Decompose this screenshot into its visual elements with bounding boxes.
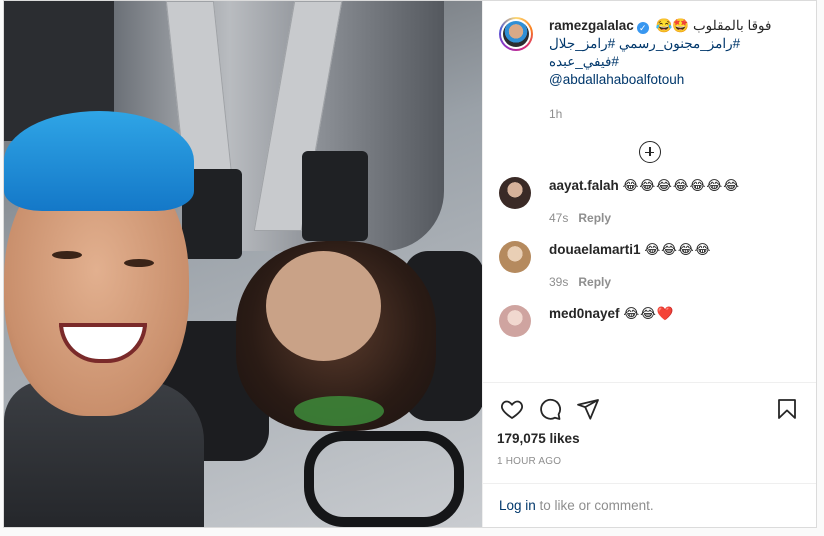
comment-avatar[interactable]	[499, 241, 531, 273]
comment-username[interactable]: douaelamarti1	[549, 242, 641, 257]
load-more-comments[interactable]	[483, 141, 816, 163]
plus-circle-icon[interactable]	[638, 141, 661, 163]
save-button[interactable]	[772, 394, 802, 424]
reply-button[interactable]: Reply	[578, 275, 611, 289]
likes-count[interactable]: 179,075 likes	[497, 431, 802, 446]
login-link[interactable]: Log in	[499, 498, 536, 513]
photo-man-eye-left	[52, 251, 82, 259]
comment-text: 😂😂❤️	[623, 306, 675, 322]
photo-rail	[304, 431, 464, 527]
caption-hashtags[interactable]: #رامز_مجنون_رسمي #رامز_جلال #فيفي_عبده	[549, 35, 800, 71]
post-caption: ramezgalalac ✓ 😂🤩 فوقا بالمقلوب #رامز_مجن…	[483, 1, 816, 123]
caption-line1: 😂🤩 فوقا بالمقلوب	[655, 18, 772, 33]
comment-text: 😂😂😂😂😂😂😂	[622, 178, 740, 194]
comment-item: douaelamarti1 😂😂😂😂 39s Reply	[499, 241, 800, 291]
photo-upside-down-face	[266, 251, 381, 361]
post-photo[interactable]	[4, 1, 482, 527]
post-actions: 179,075 likes 1 HOUR AGO	[483, 382, 816, 467]
post-date: 1 HOUR AGO	[497, 456, 562, 467]
post-time: 1h	[549, 107, 563, 121]
photo-green-hair-streak	[294, 396, 384, 426]
comment-avatar[interactable]	[499, 177, 531, 209]
bookmark-icon	[778, 399, 796, 419]
heart-icon	[501, 400, 523, 420]
comment-button[interactable]	[535, 394, 565, 424]
login-prompt: Log in to like or comment.	[483, 483, 816, 527]
verified-badge-icon: ✓	[636, 22, 649, 34]
reply-button[interactable]: Reply	[578, 211, 611, 225]
comment-username[interactable]: med0nayef	[549, 306, 620, 321]
comment-text: 😂😂😂😂	[644, 242, 712, 258]
comments-list: aayat.falah 😂😂😂😂😂😂😂 47s Reply douaelamart…	[483, 177, 816, 382]
comment-icon	[540, 398, 561, 420]
photo-man-blue-hair	[4, 111, 194, 211]
post-username[interactable]: ramezgalalac	[549, 18, 634, 33]
comment-time: 39s	[549, 275, 569, 289]
post-modal: ramezgalalac ✓ 😂🤩 فوقا بالمقلوب #رامز_مجن…	[3, 0, 817, 528]
comment-time: 47s	[549, 211, 569, 225]
comment-item: aayat.falah 😂😂😂😂😂😂😂 47s Reply	[499, 177, 800, 227]
avatar-image	[503, 21, 529, 47]
comment-item: med0nayef 😂😂❤️	[499, 305, 800, 337]
photo-buckle-right	[302, 151, 368, 241]
like-button[interactable]	[497, 394, 527, 424]
share-icon	[577, 399, 599, 420]
avatar[interactable]	[499, 17, 533, 51]
comment-username[interactable]: aayat.falah	[549, 178, 619, 193]
caption-block: ramezgalalac ✓ 😂🤩 فوقا بالمقلوب #رامز_مجن…	[549, 17, 800, 123]
login-text: to like or comment.	[535, 498, 654, 513]
post-side-panel: ramezgalalac ✓ 😂🤩 فوقا بالمقلوب #رامز_مجن…	[482, 1, 816, 527]
caption-mention[interactable]: @abdallahaboalfotouh	[549, 71, 800, 89]
photo-man-eye-right	[124, 259, 154, 267]
comment-avatar[interactable]	[499, 305, 531, 337]
share-button[interactable]	[573, 394, 603, 424]
